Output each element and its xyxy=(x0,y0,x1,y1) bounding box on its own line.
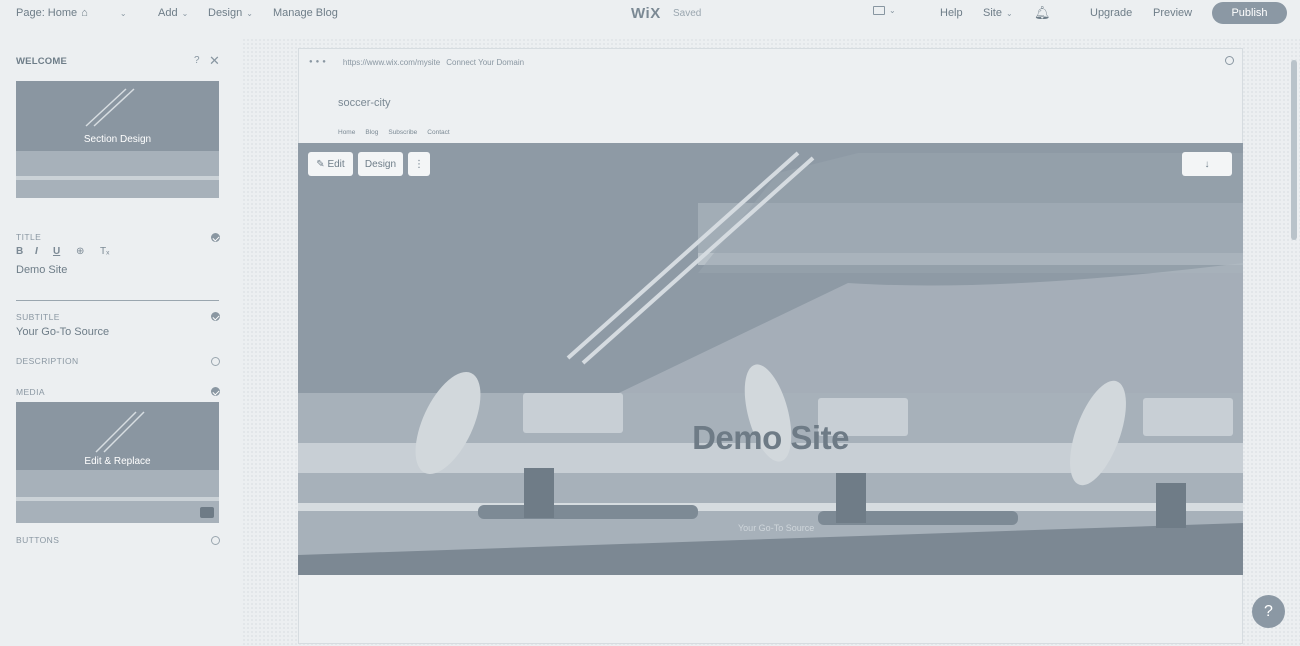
upgrade-link[interactable]: Upgrade xyxy=(1090,7,1132,19)
zoom-icon[interactable] xyxy=(1225,56,1234,65)
description-field-label: DESCRIPTION xyxy=(16,356,79,366)
chevron-down-icon: ⌄ xyxy=(246,8,253,18)
title-visible-check-icon[interactable] xyxy=(211,233,220,242)
publish-button[interactable]: Publish xyxy=(1212,2,1287,24)
site-nav-menu[interactable]: Home Blog Subscribe Contact xyxy=(338,129,450,136)
hero-subtitle[interactable]: Your Go-To Source xyxy=(738,523,814,533)
nav-home[interactable]: Home xyxy=(338,129,355,136)
media-thumbnail[interactable]: Edit & Replace xyxy=(16,402,219,523)
chevron-down-icon: ⌄ xyxy=(889,6,896,15)
media-visible-check-icon[interactable] xyxy=(211,387,220,396)
page-selector-label: Page: Home xyxy=(16,7,78,19)
manage-blog-menu[interactable]: Manage Blog xyxy=(273,7,338,19)
design-section-button[interactable]: Design xyxy=(358,152,403,176)
title-input-underline xyxy=(16,300,219,301)
manage-blog-label: Manage Blog xyxy=(273,7,338,19)
section-design-label: Section Design xyxy=(83,134,152,145)
chevron-down-icon: ⌄ xyxy=(119,8,127,18)
browser-url-bar: ●●● https://www.wix.com/mysite Connect Y… xyxy=(299,49,1242,75)
site-menu[interactable]: Site ⌄ xyxy=(983,7,1013,19)
move-down-button[interactable]: ↓ xyxy=(1182,152,1232,176)
title-field-label: TITLE xyxy=(16,232,42,242)
save-status: Saved xyxy=(673,8,702,19)
media-field-label: MEDIA xyxy=(16,387,45,397)
subtitle-visible-check-icon[interactable] xyxy=(211,312,220,321)
help-icon[interactable]: ? xyxy=(194,55,200,66)
window-dots-icon: ●●● xyxy=(309,59,329,65)
preview-button[interactable]: Preview xyxy=(1153,7,1192,19)
description-toggle-icon[interactable] xyxy=(211,357,220,366)
more-options-button[interactable]: ⋮ xyxy=(408,152,430,176)
chevron-down-icon: ⌄ xyxy=(181,8,189,18)
subtitle-field-label: SUBTITLE xyxy=(16,312,60,322)
site-menu-label: Site xyxy=(983,7,1002,19)
panel-title: WELCOME xyxy=(16,56,68,67)
nav-blog[interactable]: Blog xyxy=(365,129,378,136)
desktop-icon xyxy=(873,6,885,15)
chevron-down-icon: ⌄ xyxy=(1005,8,1013,18)
link-button[interactable]: ⊕ xyxy=(76,246,84,257)
hero-section[interactable]: ✎ Edit Design ⋮ ↓ Demo Site Your Go-To S… xyxy=(298,143,1243,575)
nav-contact[interactable]: Contact xyxy=(427,129,449,136)
underline-button[interactable]: U xyxy=(53,246,60,257)
close-icon[interactable]: ✕ xyxy=(209,53,220,69)
arrow-down-icon: ↓ xyxy=(1204,158,1210,170)
hero-title[interactable]: Demo Site xyxy=(298,419,1243,457)
clear-format-button[interactable]: Tₓ xyxy=(100,246,109,257)
device-switcher[interactable]: ⌄ xyxy=(873,6,896,15)
site-name[interactable]: soccer-city xyxy=(338,97,391,109)
edit-replace-label: Edit & Replace xyxy=(84,456,151,467)
buttons-field-label: BUTTONS xyxy=(16,535,60,545)
section-settings-panel: WELCOME ? ✕ Section Design TITLE B I U ⊕… xyxy=(0,44,238,646)
add-menu[interactable]: Add ⌄ xyxy=(158,7,188,19)
help-button[interactable]: ? xyxy=(1252,595,1285,628)
page-selector[interactable]: Page: Home ⌂ ⌄ xyxy=(16,7,127,19)
add-menu-label: Add xyxy=(158,7,178,19)
vertical-scrollbar[interactable] xyxy=(1291,60,1297,240)
title-input[interactable]: Demo Site xyxy=(16,264,67,276)
subtitle-input[interactable]: Your Go-To Source xyxy=(16,326,109,338)
preview-label: Preview xyxy=(1153,7,1193,19)
site-url: https://www.wix.com/mysite xyxy=(342,57,441,67)
italic-button[interactable]: I xyxy=(35,246,38,257)
wix-logo: WiX xyxy=(631,5,661,22)
design-menu-label: Design xyxy=(208,7,243,19)
help-menu-label: Help xyxy=(940,7,963,19)
buttons-toggle-icon[interactable] xyxy=(211,536,220,545)
bold-button[interactable]: B xyxy=(16,246,23,257)
edit-section-button[interactable]: ✎ Edit xyxy=(308,152,353,176)
upgrade-label: Upgrade xyxy=(1090,7,1133,19)
swimming-pool-background-image xyxy=(298,143,1243,575)
nav-subscribe[interactable]: Subscribe xyxy=(388,129,417,136)
top-bar: Page: Home ⌂ ⌄ Add ⌄ Design ⌄ Manage Blo… xyxy=(0,0,1300,28)
section-design-thumbnail[interactable]: Section Design xyxy=(16,81,219,198)
design-menu[interactable]: Design ⌄ xyxy=(208,7,253,19)
notifications-bell-icon[interactable]: 🔔︎ xyxy=(1034,5,1051,21)
help-menu[interactable]: Help xyxy=(940,7,963,19)
connect-domain-link[interactable]: Connect Your Domain xyxy=(446,58,524,67)
home-icon: ⌂ xyxy=(81,7,88,19)
